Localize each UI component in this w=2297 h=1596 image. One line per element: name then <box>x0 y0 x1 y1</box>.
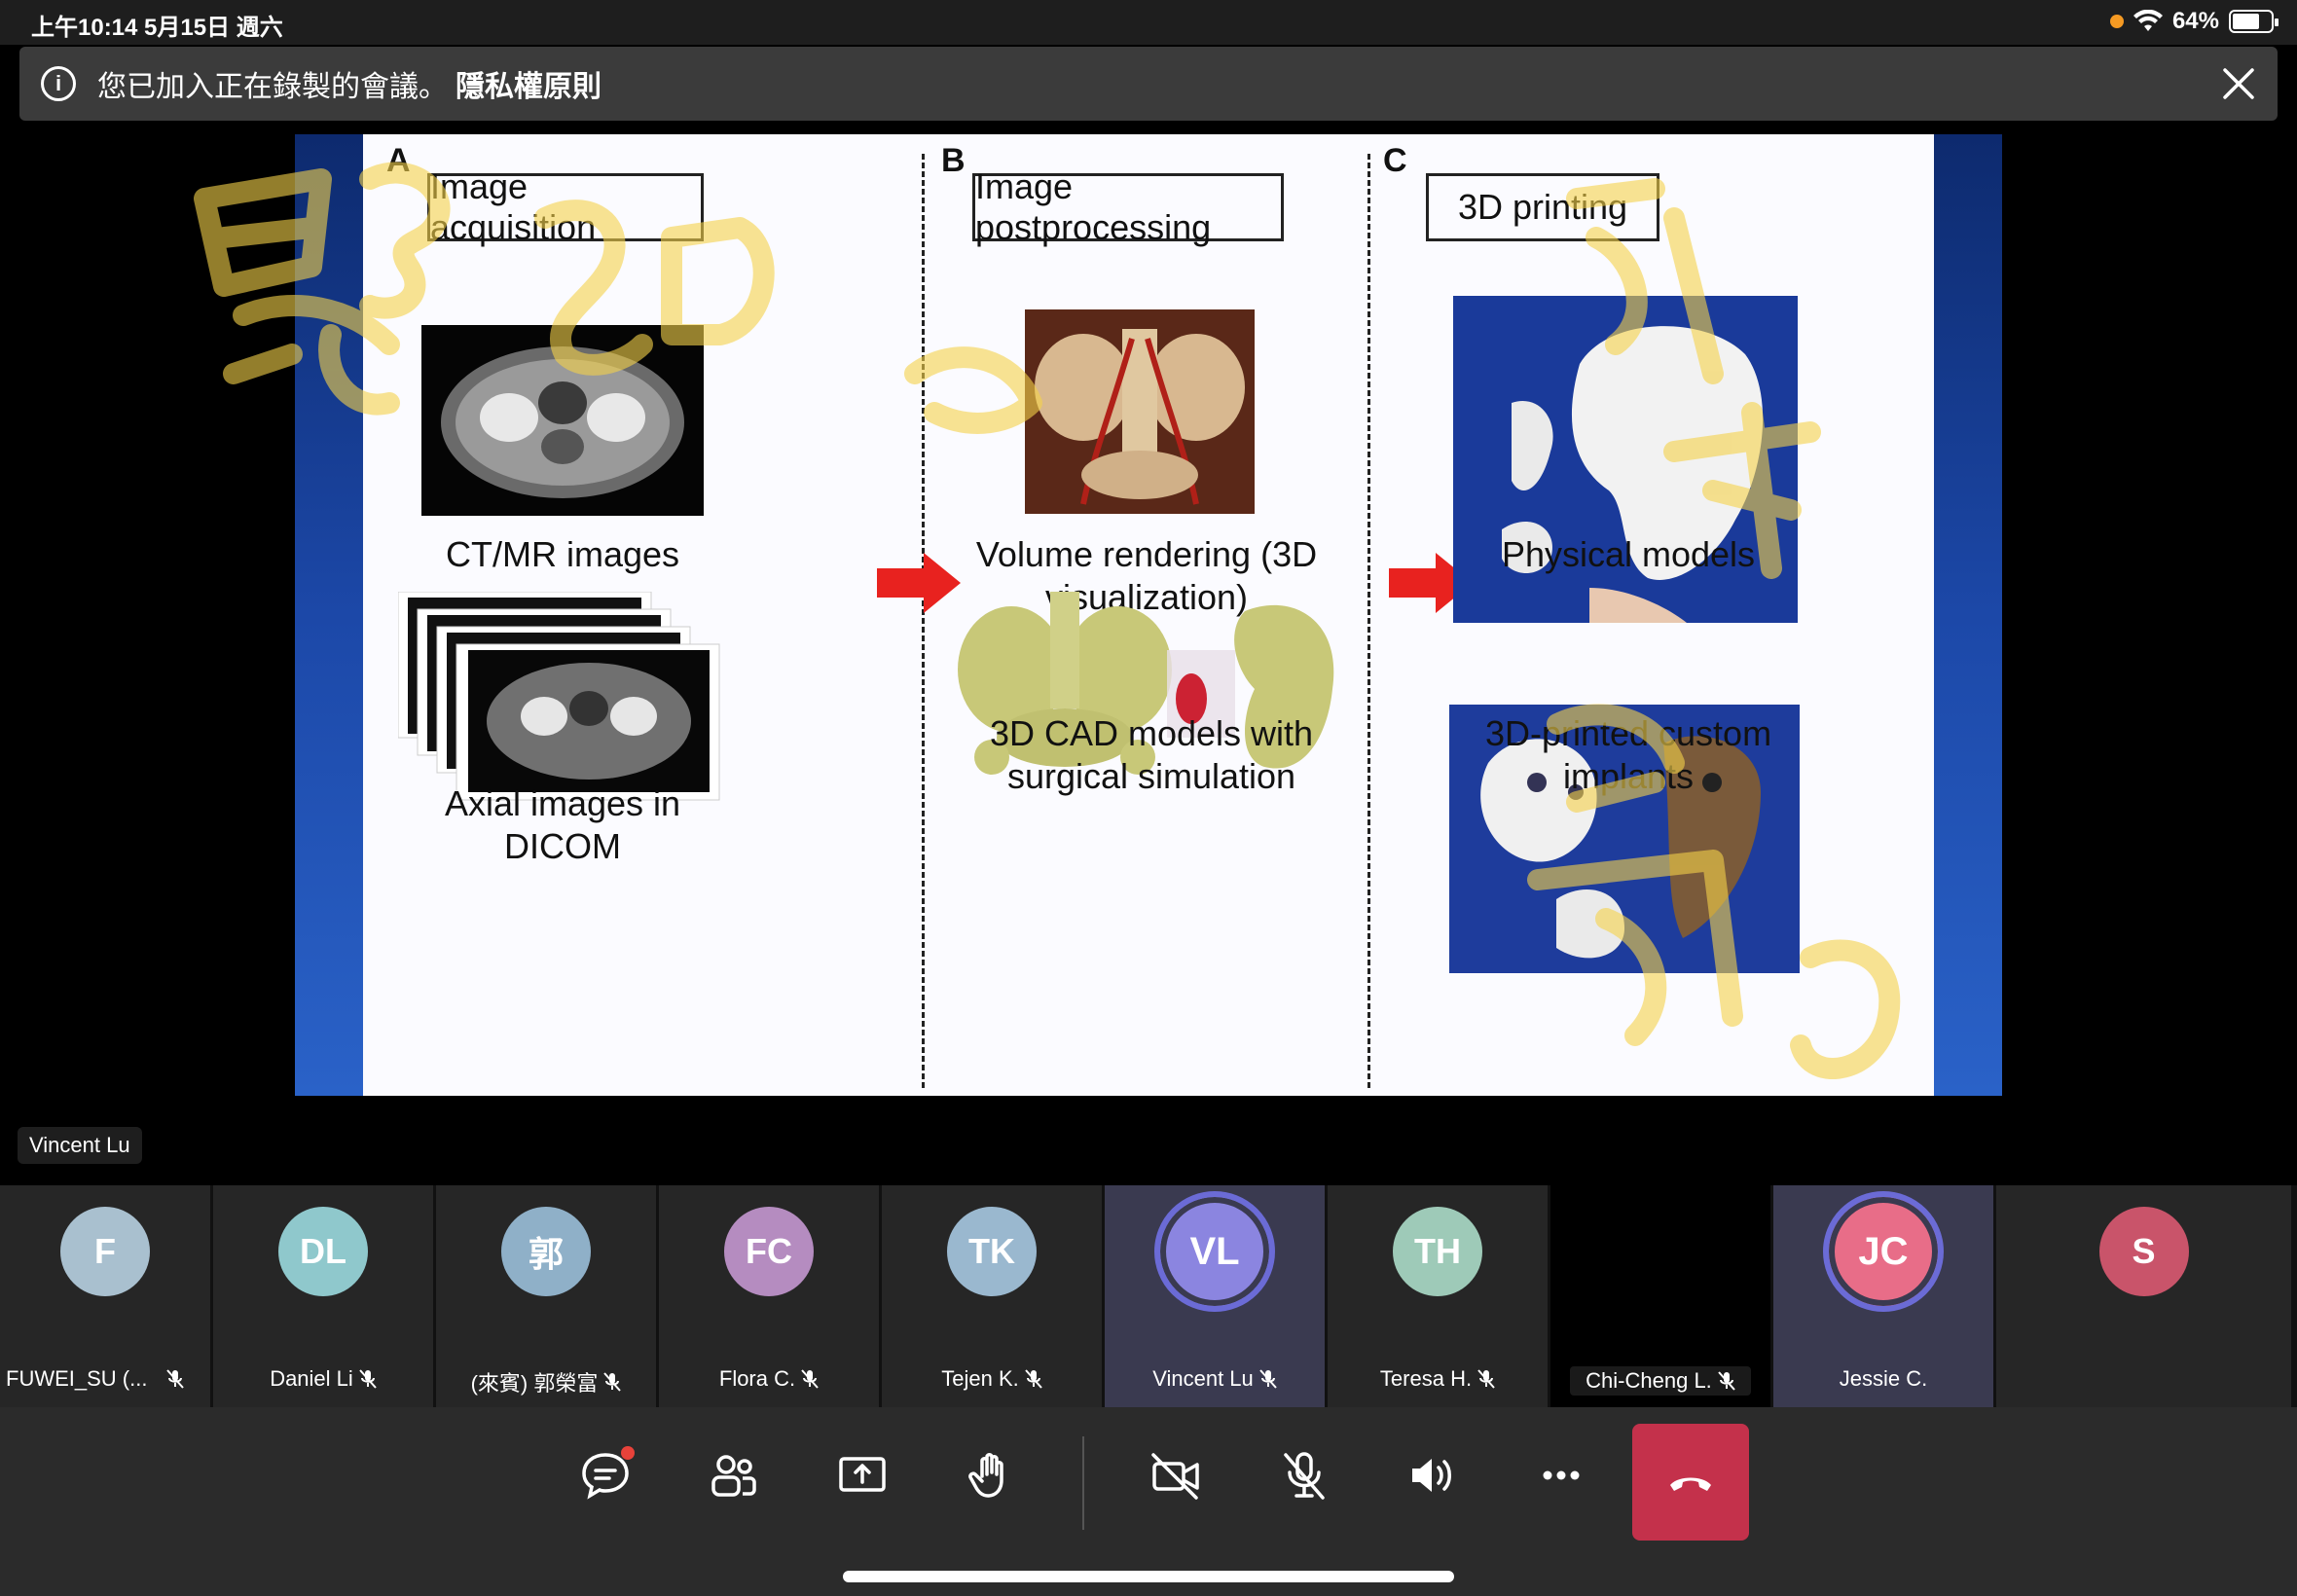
mic-off-icon <box>801 1369 819 1389</box>
avatar: 郭 <box>501 1207 591 1296</box>
avatar: TK <box>947 1207 1037 1296</box>
participant-name-row: (來賓) 郭榮富 <box>436 1366 656 1397</box>
mic-off-icon <box>1284 1452 1325 1500</box>
mic-off-icon <box>1259 1369 1277 1389</box>
speaker-name-label: Vincent Lu <box>18 1127 142 1164</box>
participant-name-row: Teresa H. <box>1328 1366 1548 1392</box>
share-screen-button[interactable] <box>823 1436 901 1514</box>
recording-dot-icon <box>2109 15 2124 28</box>
privacy-policy-link[interactable]: 隱私權原則 <box>456 62 602 105</box>
recording-banner: i 您已加入正在錄製的會議。 隱私權原則 <box>19 47 2278 121</box>
participant-name: (來賓) 郭榮富 <box>470 1371 599 1396</box>
participant-name-row: FUWEI_SU (... <box>6 1366 210 1392</box>
participant-tile[interactable]: S <box>1996 1185 2291 1407</box>
participant-name: Jessie C. <box>1839 1366 1928 1391</box>
avatar: S <box>2098 1207 2189 1296</box>
participant-name: Tejen K. <box>941 1366 1019 1391</box>
participant-name-row: Vincent Lu <box>1105 1366 1325 1392</box>
participants-button[interactable] <box>695 1436 773 1514</box>
status-time-date: 上午10:14 5月15日 週六 <box>31 15 283 41</box>
participant-name-row: Chi-Cheng L. <box>1570 1366 1751 1396</box>
raise-hand-icon <box>968 1453 1003 1498</box>
mic-off-icon <box>603 1372 622 1392</box>
controls-divider <box>1082 1436 1084 1530</box>
participant-name: Daniel Li <box>270 1366 353 1391</box>
unread-badge <box>621 1446 635 1460</box>
mic-toggle-button[interactable] <box>1265 1436 1343 1514</box>
participant-tile-speaking[interactable]: JC Jessie C. <box>1773 1185 1993 1407</box>
participant-name: Flora C. <box>718 1366 796 1391</box>
participant-name: FUWEI_SU (... <box>6 1366 148 1391</box>
mic-off-icon <box>166 1369 185 1389</box>
mic-off-icon <box>1477 1369 1495 1389</box>
more-options-button[interactable] <box>1522 1436 1600 1514</box>
participant-tile-video[interactable]: Chi-Cheng L. <box>1550 1185 1770 1407</box>
raise-hand-button[interactable] <box>952 1436 1030 1514</box>
avatar: TH <box>1393 1207 1482 1296</box>
participant-tile[interactable]: FC Flora C. <box>659 1185 879 1407</box>
hang-up-button[interactable] <box>1632 1424 1749 1541</box>
avatar: F <box>60 1207 150 1296</box>
people-icon <box>711 1455 756 1497</box>
battery-percent: 64% <box>2171 8 2219 34</box>
participants-strip: F FUWEI_SU (... DL Daniel Li 郭 (來賓) 郭榮富 … <box>0 1185 2297 1407</box>
speaker-button[interactable] <box>1394 1436 1472 1514</box>
hang-up-icon <box>1670 1477 1711 1491</box>
battery-icon <box>2229 10 2279 33</box>
participant-tile-speaking[interactable]: VL Vincent Lu <box>1105 1185 1325 1407</box>
participant-name-row: Flora C. <box>659 1366 879 1392</box>
camera-toggle-button[interactable] <box>1137 1436 1215 1514</box>
avatar: VL <box>1154 1191 1275 1312</box>
participant-name-row: Jessie C. <box>1773 1366 1993 1392</box>
home-indicator[interactable] <box>843 1571 1454 1582</box>
share-screen-icon <box>839 1457 886 1492</box>
speaker-icon <box>1412 1459 1451 1492</box>
participant-name: Chi-Cheng L. <box>1586 1368 1712 1393</box>
participant-tile[interactable]: 郭 (來賓) 郭榮富 <box>436 1185 656 1407</box>
avatar: DL <box>278 1207 368 1296</box>
mic-off-icon <box>1718 1371 1735 1391</box>
ink-annotation-overlay <box>194 162 1901 1079</box>
shared-screen: A Image acquisition CT/MR images Axial i… <box>0 121 2297 1185</box>
participant-name-row: Daniel Li <box>213 1366 433 1392</box>
participant-tile[interactable]: F FUWEI_SU (... <box>0 1185 210 1407</box>
camera-off-icon <box>1151 1453 1199 1500</box>
chat-button[interactable] <box>566 1436 644 1514</box>
more-icon <box>1543 1470 1580 1480</box>
mic-off-icon <box>359 1369 377 1389</box>
status-bar: 上午10:14 5月15日 週六 64% <box>0 0 2297 45</box>
status-right: 64% <box>2109 8 2279 35</box>
mic-off-icon <box>1025 1369 1042 1389</box>
participant-name: Vincent Lu <box>1152 1366 1254 1391</box>
avatar: FC <box>724 1207 814 1296</box>
wifi-icon <box>2133 10 2163 31</box>
participant-tile[interactable]: TK Tejen K. <box>882 1185 1102 1407</box>
info-icon: i <box>41 66 76 101</box>
banner-text: 您已加入正在錄製的會議。 <box>97 71 448 103</box>
avatar: JC <box>1823 1191 1944 1312</box>
close-icon[interactable] <box>2219 64 2258 103</box>
participant-tile[interactable]: TH Teresa H. <box>1328 1185 1548 1407</box>
participant-tile[interactable]: DL Daniel Li <box>213 1185 433 1407</box>
meeting-controls <box>0 1407 2297 1596</box>
participant-name-row: Tejen K. <box>882 1366 1102 1392</box>
participant-name: Teresa H. <box>1379 1366 1473 1391</box>
